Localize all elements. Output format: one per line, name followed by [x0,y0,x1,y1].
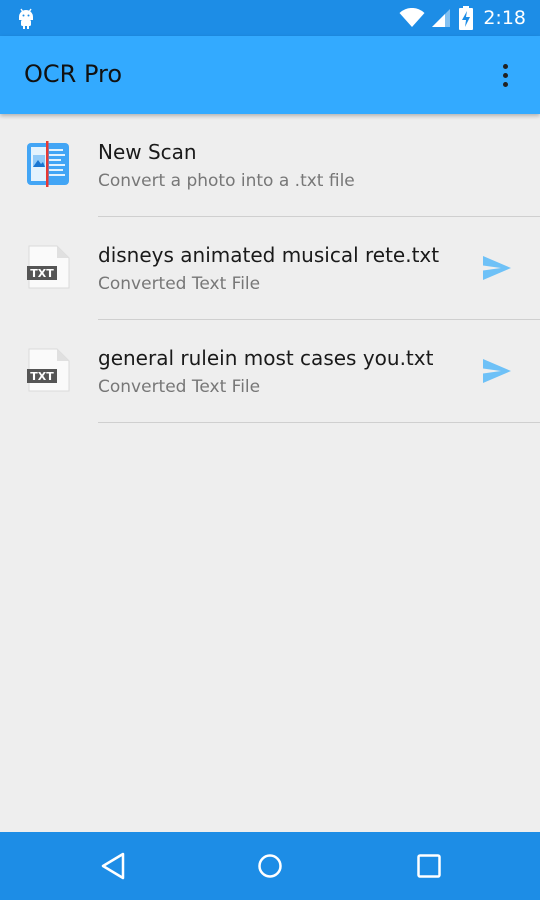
file-list: New Scan Convert a photo into a .txt fil… [0,114,540,423]
send-icon[interactable] [482,255,512,285]
scan-document-icon [25,141,71,191]
battery-charging-icon [459,6,474,30]
file-subtitle: Converted Text File [98,377,261,397]
new-scan-title: New Scan [98,140,197,164]
new-scan-subtitle: Convert a photo into a .txt file [98,171,355,191]
app-bar: OCR Pro [0,36,540,114]
txt-file-icon-label: TXT [30,370,54,383]
txt-file-icon-label: TXT [30,267,54,280]
file-title: disneys animated musical rete.txt [98,243,440,267]
file-title: general rulein most cases you.txt [98,346,434,370]
android-icon [16,7,36,29]
app-title: OCR Pro [24,60,123,88]
divider [98,422,540,423]
navigation-bar [0,832,540,900]
back-icon[interactable] [99,851,127,885]
txt-file-icon: TXT [25,244,71,294]
file-item[interactable]: TXT disneys animated musical rete.txt Co… [0,217,540,320]
file-subtitle: Converted Text File [98,274,261,294]
new-scan-item[interactable]: New Scan Convert a photo into a .txt fil… [0,114,540,217]
recents-icon[interactable] [415,851,443,885]
txt-file-icon: TXT [25,347,71,397]
signal-icon [431,8,451,28]
status-bar: 2:18 [0,0,540,36]
file-item[interactable]: TXT general rulein most cases you.txt Co… [0,320,540,423]
send-icon[interactable] [482,358,512,388]
wifi-icon [399,8,425,28]
more-vert-icon[interactable] [490,60,520,90]
home-icon[interactable] [256,851,284,885]
status-clock: 2:18 [483,7,526,29]
